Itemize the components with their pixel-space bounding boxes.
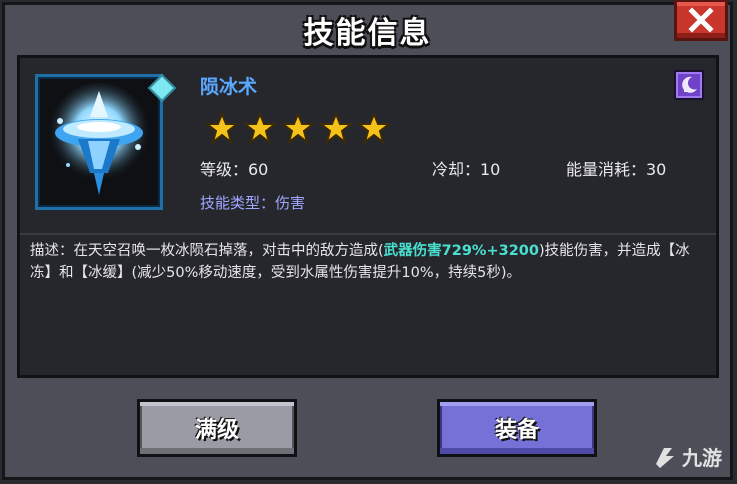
ice-meteor-skill-icon <box>47 83 151 195</box>
dialog-header: 技能信息 <box>5 5 730 55</box>
max-level-button[interactable]: 满级 <box>137 399 297 457</box>
skill-cooldown: 冷却：10 <box>432 160 501 179</box>
skill-type: 技能类型：伤害 <box>200 194 306 212</box>
close-button[interactable] <box>674 0 728 41</box>
star-icon <box>358 112 390 144</box>
star-icon <box>320 112 352 144</box>
skill-energy-cost: 能量消耗：30 <box>566 160 667 179</box>
watermark: 九游 <box>652 442 722 471</box>
skill-panel: 陨冰术 等级：60 冷却：10 能量消耗：30 技能类型：伤害 描述：在天空召唤… <box>17 55 719 378</box>
close-icon <box>688 7 714 33</box>
jiuyou-logo-icon <box>656 447 674 468</box>
star-icon <box>282 112 314 144</box>
dialog-title: 技能信息 <box>303 16 432 51</box>
skill-level: 等级：60 <box>200 160 269 179</box>
equip-button[interactable]: 装备 <box>437 399 597 457</box>
damage-formula: 武器伤害729%+3200 <box>383 243 539 259</box>
star-icon <box>206 112 238 144</box>
skill-description: 描述：在天空召唤一枚冰陨石掉落，对击中的敌方造成(武器伤害729%+3200)技… <box>30 240 706 284</box>
star-rating <box>206 112 390 144</box>
skill-icon-frame <box>35 74 163 210</box>
moon-magic-type-icon <box>682 76 697 93</box>
divider <box>20 233 716 235</box>
watermark-text: 九游 <box>682 446 722 470</box>
skill-name: 陨冰术 <box>200 76 258 98</box>
star-icon <box>244 112 276 144</box>
description-text-start: 描述：在天空召唤一枚冰陨石掉落，对击中的敌方造成( <box>30 243 384 259</box>
skill-summary: 陨冰术 等级：60 冷却：10 能量消耗：30 技能类型：伤害 <box>20 58 716 232</box>
skill-type-badge <box>674 70 704 100</box>
skill-info-dialog: 技能信息 陨冰术 等级：60 冷却：10 能量消耗：30 技能类型：伤害 描述：… <box>2 0 733 480</box>
